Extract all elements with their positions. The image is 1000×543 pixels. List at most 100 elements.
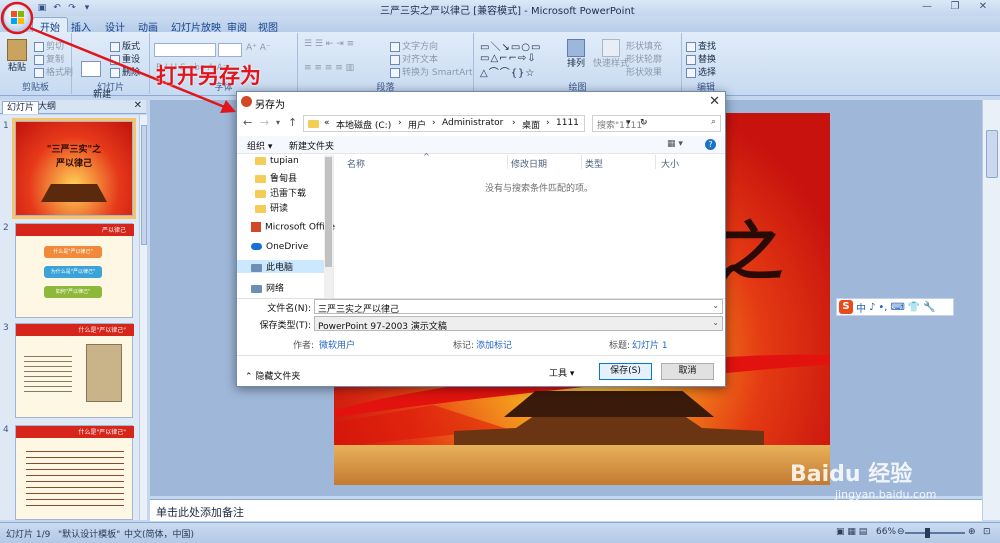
chevron-down-icon[interactable]: ⌄ [712,301,719,310]
tab-home[interactable]: 开始 [32,17,68,34]
ime-mode-icon[interactable]: 中 [856,300,866,315]
forward-arrow-icon[interactable]: → [260,116,269,129]
replace-button[interactable]: 替换 [686,52,716,65]
title-field-value[interactable]: 幻灯片 1 [632,338,668,351]
tab-animation[interactable]: 动画 [131,18,165,34]
convert-smartart-button[interactable]: 转换为 SmartArt [390,65,472,78]
tab-insert[interactable]: 插入 [64,18,98,34]
font-size-box[interactable] [218,43,242,57]
delete-slide-button[interactable]: 删除 [110,65,140,78]
pane-close-icon[interactable]: ✕ [134,100,142,111]
quick-styles-button[interactable]: 快速样式 [592,39,630,70]
address-desktop[interactable]: 桌面 [522,118,540,131]
ime-skin-icon[interactable]: 👕 [908,302,920,313]
search-icon[interactable]: ⌕ [711,117,716,127]
zoom-slider-thumb[interactable] [925,528,930,538]
zoom-in-icon[interactable]: ⊕ [968,527,976,537]
find-button[interactable]: 查找 [686,39,716,52]
format-painter-button[interactable]: 格式刷 [34,65,73,78]
tree-item-ludian[interactable]: 鲁甸县 [255,171,297,184]
undo-icon[interactable]: ↶ [51,2,63,14]
select-button[interactable]: 选择 [686,65,716,78]
paste-button[interactable]: 粘贴 [4,39,30,74]
up-arrow-icon[interactable]: ↑ [288,116,297,129]
tab-review[interactable]: 审阅 [220,18,254,34]
layout-button[interactable]: 版式 [110,39,140,52]
cancel-button[interactable]: 取消 [661,363,714,380]
tab-slideshow[interactable]: 幻灯片放映 [164,18,228,34]
shape-outline-button[interactable]: 形状轮廓 [626,52,662,65]
tree-item-network[interactable]: 网络 [251,281,284,294]
ime-punct-icon[interactable]: •, [878,302,887,313]
align-text-button[interactable]: 对齐文本 [390,52,438,65]
bullets-icon[interactable]: ☰ ☰ ⇤ ⇥ ≡ [304,39,354,49]
tab-view[interactable]: 视图 [251,18,285,34]
column-type[interactable]: 类型 [585,157,603,170]
customize-qat-icon[interactable]: ▾ [81,2,93,14]
zoom-level[interactable]: 66% [876,527,896,537]
filename-input[interactable]: 三严三实之严以律己 ⌄ [314,299,723,315]
ime-keyboard-icon[interactable]: ⌨ [890,302,904,313]
save-button[interactable]: 保存(S) [599,363,652,380]
pane-scrollbar[interactable] [139,115,147,520]
tree-scrollbar[interactable] [324,155,333,298]
minimize-icon[interactable]: — [914,1,940,14]
address-users[interactable]: 用户 [408,118,426,131]
align-icons[interactable]: ≡ ≡ ≡ ≡ ▥ [304,63,354,73]
redo-icon[interactable]: ↷ [66,2,78,14]
font-name-box[interactable] [154,43,216,57]
slide-thumbnail-3[interactable]: 什么是"严以律己" [15,323,134,418]
column-modified[interactable]: 修改日期 [511,157,547,170]
copy-button[interactable]: 复制 [34,52,64,65]
office-button[interactable] [3,3,33,33]
tags-value[interactable]: 添加标记 [476,338,512,351]
tools-button[interactable]: 工具 ▾ [549,366,574,379]
address-folder[interactable]: 1111 [556,118,579,128]
chevron-down-icon[interactable]: ⌄ [712,318,719,327]
fit-window-icon[interactable]: ⊡ [983,527,991,537]
address-bar[interactable]: « 本地磁盘 (C:) › 用户 › Administrator › 桌面 › … [303,115,648,132]
close-icon[interactable]: ✕ [970,1,996,14]
save-icon[interactable]: ▣ [36,2,48,14]
address-admin[interactable]: Administrator [442,118,503,128]
reset-button[interactable]: 重设 [110,52,140,65]
slide-thumbnail-2[interactable]: 严以律己 什么是"严以律己" 为什么是"严以律己" 如何"严以律己" [15,223,134,318]
zoom-out-icon[interactable]: ⊖ [897,527,905,537]
tree-item-yandu[interactable]: 研读 [255,201,288,214]
organize-button[interactable]: 组织 ▾ [247,139,272,152]
address-drive[interactable]: 本地磁盘 (C:) [336,118,391,131]
filetype-select[interactable]: PowerPoint 97-2003 演示文稿 ⌄ [314,316,723,332]
ime-settings-icon[interactable]: 🔧 [923,302,935,313]
ime-moon-icon[interactable]: ♪ [869,302,875,313]
editor-scroll-thumb[interactable] [986,130,998,178]
column-name[interactable]: 名称 [347,157,365,170]
cut-button[interactable]: 剪切 [34,39,64,52]
address-overflow[interactable]: « [324,118,330,128]
notes-pane[interactable]: 单击此处添加备注 [150,499,982,521]
tree-item-tupian[interactable]: tupian [255,156,299,166]
tree-item-office[interactable]: Microsoft Office [251,222,335,233]
sogou-icon[interactable]: S [839,300,853,314]
column-size[interactable]: 大小 [661,157,679,170]
tab-outline-pane[interactable]: 大纲 [34,101,60,114]
text-direction-button[interactable]: 文字方向 [390,39,438,52]
view-options-icon[interactable]: ▦ ▾ [667,139,683,149]
author-value[interactable]: 微软用户 [319,338,355,351]
pane-scroll-thumb[interactable] [141,125,147,245]
shape-effects-button[interactable]: 形状效果 [626,65,662,78]
view-buttons[interactable]: ▣ ▦ ▤ [836,527,867,537]
slide-thumbnail-4[interactable]: 什么是"严以律己" [15,425,134,520]
arrange-button[interactable]: 排列 [562,39,590,70]
help-icon[interactable]: ? [705,139,716,150]
maximize-icon[interactable]: ❐ [942,1,968,14]
back-arrow-icon[interactable]: ← [243,116,252,129]
tab-design[interactable]: 设计 [98,18,132,34]
dialog-close-icon[interactable]: ✕ [709,94,720,109]
shapes-gallery[interactable]: ▭＼↘▭○▭ ▭△⌐⌐⇨⇩ △⌒⌒{}☆ [480,38,541,79]
grow-font-icon[interactable]: A⁺ A⁻ [246,43,271,53]
tree-item-xunlei[interactable]: 迅雷下载 [255,186,306,199]
editor-scrollbar[interactable] [982,100,1000,520]
shape-fill-button[interactable]: 形状填充 [626,39,662,52]
slide-thumbnail-1[interactable]: "三严三实"之 严以律己 [12,118,136,219]
hide-folders-toggle[interactable]: ⌃ 隐藏文件夹 [245,369,300,382]
